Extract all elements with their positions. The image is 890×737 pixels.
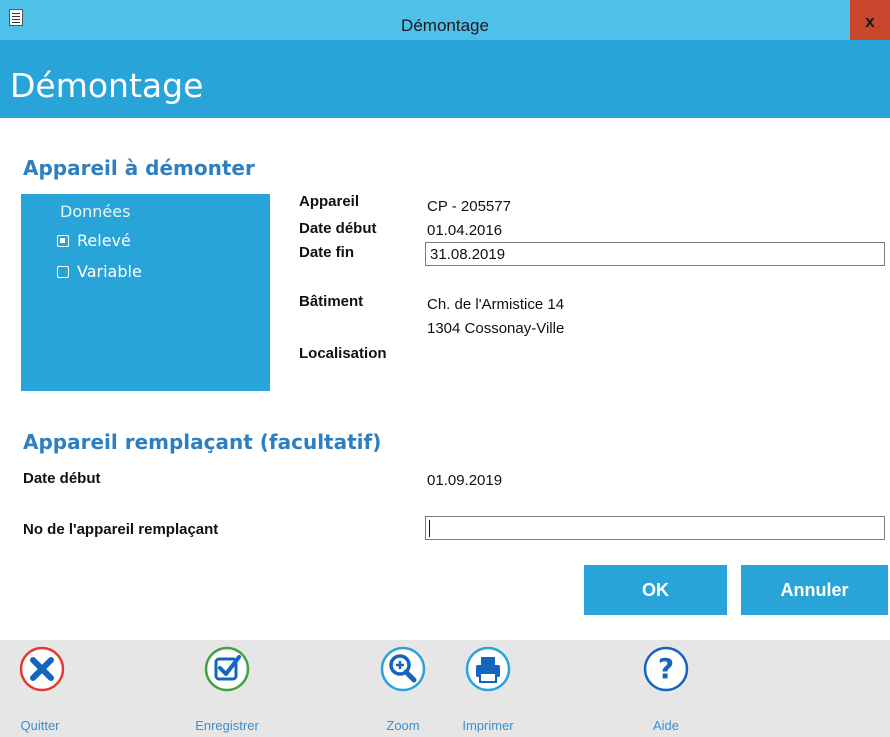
title-bar[interactable]: Démontage x <box>0 0 890 40</box>
svg-text:?: ? <box>658 652 674 685</box>
localisation-label: Localisation <box>299 345 387 362</box>
date-debut-label: Date début <box>299 220 377 237</box>
zoom-button[interactable]: Zoom <box>370 640 436 737</box>
bottom-toolbar: Quitter Enregistrer Zoom Imprimer ? Aide <box>0 640 890 737</box>
appareil-value: CP - 205577 <box>427 198 511 215</box>
window-close-button[interactable]: x <box>850 0 890 40</box>
close-icon: x <box>865 12 875 31</box>
replacement-date-debut-value: 01.09.2019 <box>427 472 503 489</box>
option-releve-label: Relevé <box>77 231 131 250</box>
replacement-date-debut-label: Date début <box>23 470 101 487</box>
date-fin-label: Date fin <box>299 244 355 261</box>
batiment-label: Bâtiment <box>299 293 364 310</box>
checkbox-check-icon <box>204 646 250 692</box>
radio-checked-icon[interactable] <box>57 235 69 247</box>
panel-title: Données <box>60 202 131 221</box>
radio-unchecked-icon[interactable] <box>57 266 69 278</box>
zoom-label: Zoom <box>386 718 420 733</box>
help-icon: ? <box>643 646 689 692</box>
replacement-number-label: No de l'appareil remplaçant <box>23 521 219 538</box>
ok-button[interactable]: OK <box>584 565 727 615</box>
appareil-label: Appareil <box>299 193 360 210</box>
option-variable-label: Variable <box>77 262 142 281</box>
save-button[interactable]: Enregistrer <box>180 640 274 737</box>
print-button[interactable]: Imprimer <box>448 640 528 737</box>
help-button[interactable]: ? Aide <box>628 640 704 737</box>
replacement-number-input[interactable] <box>425 516 885 540</box>
batiment-address-line1: Ch. de l'Armistice 14 <box>427 296 565 313</box>
close-circle-icon <box>19 646 65 692</box>
date-fin-input[interactable] <box>425 242 885 266</box>
printer-icon <box>465 646 511 692</box>
batiment-address-line2: 1304 Cossonay-Ville <box>427 320 565 337</box>
page-title: Démontage <box>10 66 204 105</box>
date-debut-value: 01.04.2016 <box>427 222 503 239</box>
section-heading-replacement-device: Appareil remplaçant (facultatif) <box>23 430 382 454</box>
save-label: Enregistrer <box>195 718 259 733</box>
data-options-panel: Données Relevé Variable <box>21 194 270 391</box>
cancel-button[interactable]: Annuler <box>741 565 888 615</box>
zoom-in-icon <box>380 646 426 692</box>
quit-label: Quitter <box>20 718 60 733</box>
help-label: Aide <box>652 718 680 733</box>
window-title: Démontage <box>401 16 489 35</box>
dialog-window: Démontage x Démontage Appareil à démonte… <box>0 0 890 737</box>
print-label: Imprimer <box>462 718 514 733</box>
page-header: Démontage <box>0 40 890 118</box>
quit-button[interactable]: Quitter <box>0 640 80 737</box>
section-heading-device-to-remove: Appareil à démonter <box>23 156 255 180</box>
